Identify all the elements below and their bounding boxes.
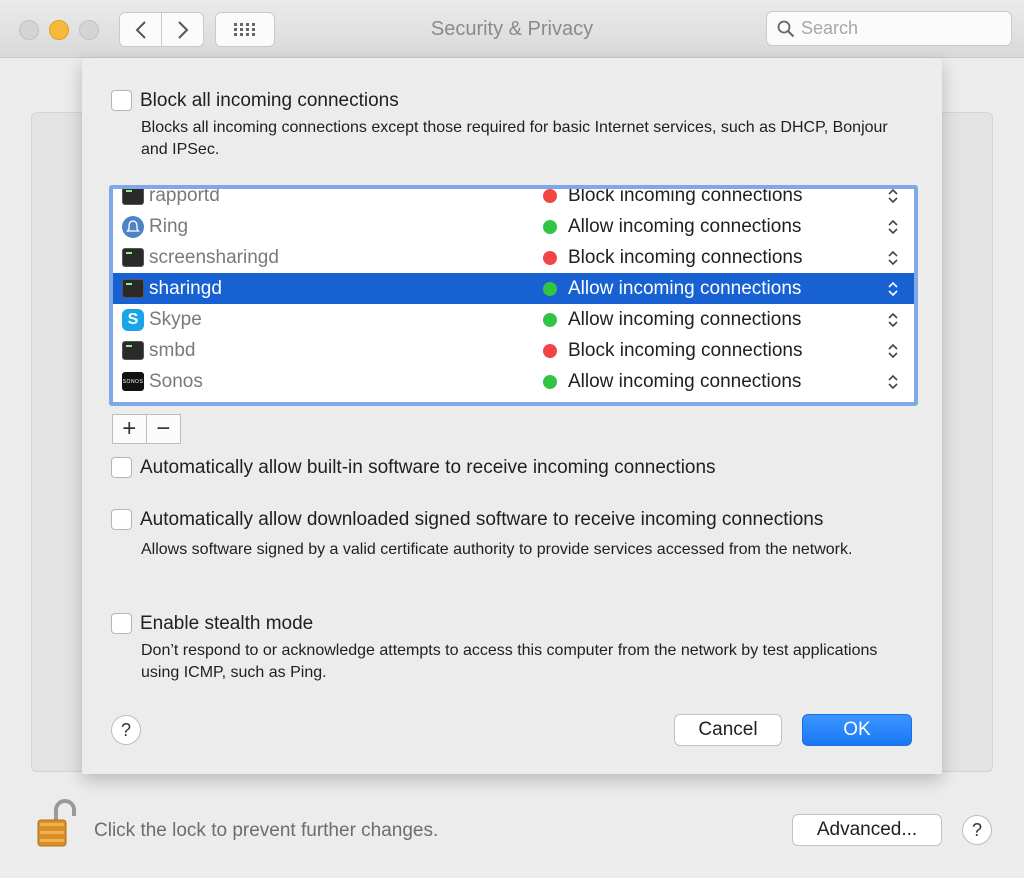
search-icon — [777, 20, 795, 37]
pane-help-button[interactable]: ? — [962, 815, 992, 845]
app-name: smbd — [149, 339, 196, 361]
up-down-chevron-icon[interactable] — [887, 280, 899, 298]
skype-icon: S — [122, 308, 144, 331]
terminal-icon — [122, 248, 144, 267]
add-app-button[interactable]: + — [113, 415, 147, 443]
app-row[interactable]: sharingd Allow incoming connections — [113, 273, 914, 304]
auto-signed-description: Allows software signed by a valid certif… — [141, 541, 853, 558]
block-all-checkbox[interactable] — [111, 90, 132, 111]
allow-status-dot — [543, 219, 557, 234]
zoom-window-button[interactable] — [79, 20, 99, 40]
sonos-icon: SONOS — [122, 372, 144, 391]
minimize-window-button[interactable] — [49, 20, 69, 40]
app-row[interactable]: Ring Allow incoming connections — [113, 211, 914, 242]
auto-builtin-checkbox[interactable] — [111, 457, 132, 478]
auto-signed-checkbox[interactable] — [111, 509, 132, 530]
app-name: Skype — [149, 308, 202, 330]
app-row[interactable]: rapportd Block incoming connections — [113, 185, 914, 211]
connection-status-select[interactable]: Allow incoming connections — [568, 278, 801, 300]
connection-status-select[interactable]: Block incoming connections — [568, 340, 802, 362]
block-all-description: Blocks all incoming connections except t… — [141, 119, 888, 158]
up-down-chevron-icon[interactable] — [887, 218, 899, 236]
advanced-button[interactable]: Advanced... — [792, 814, 942, 846]
allow-status-dot — [543, 281, 557, 296]
stealth-mode-description: Don’t respond to or acknowledge attempts… — [141, 642, 878, 681]
connection-status-select[interactable]: Block incoming connections — [568, 189, 802, 207]
connection-status-select[interactable]: Allow incoming connections — [568, 371, 801, 393]
up-down-chevron-icon[interactable] — [887, 342, 899, 360]
stealth-mode-label: Enable stealth mode — [140, 613, 314, 634]
chevron-right-icon — [177, 20, 188, 39]
allow-status-dot — [543, 374, 557, 389]
sheet-help-button[interactable]: ? — [111, 715, 141, 745]
auto-signed-label: Automatically allow downloaded signed so… — [140, 509, 824, 530]
stealth-mode-checkbox[interactable] — [111, 613, 132, 634]
connection-status-select[interactable]: Block incoming connections — [568, 247, 802, 269]
lock-icon[interactable] — [36, 796, 78, 850]
terminal-icon — [122, 279, 144, 298]
block-status-dot — [543, 189, 557, 203]
close-window-button[interactable] — [19, 20, 39, 40]
up-down-chevron-icon[interactable] — [887, 187, 899, 205]
terminal-icon — [122, 189, 144, 205]
remove-app-button[interactable]: − — [147, 415, 181, 443]
connection-status-select[interactable]: Allow incoming connections — [568, 309, 801, 331]
app-row[interactable]: S Skype Allow incoming connections — [113, 304, 914, 335]
app-list[interactable]: rapportd Block incoming connections Ring Al… — [109, 185, 918, 406]
connection-status-select[interactable]: Allow incoming connections — [568, 216, 801, 238]
chevron-left-icon — [135, 20, 146, 39]
lock-status-text: Click the lock to prevent further change… — [94, 820, 439, 841]
up-down-chevron-icon[interactable] — [887, 311, 899, 329]
app-row[interactable]: SONOS Sonos Allow incoming connections — [113, 366, 914, 397]
terminal-icon — [122, 341, 144, 360]
app-row[interactable]: smbd Block incoming connections — [113, 335, 914, 366]
allow-status-dot — [543, 312, 557, 327]
firewall-options-sheet: Block all incoming connections Blocks al… — [82, 58, 942, 774]
app-name: screensharingd — [149, 246, 279, 268]
search-field[interactable] — [766, 11, 1012, 46]
app-row[interactable]: screensharingd Block incoming connections — [113, 242, 914, 273]
ring-bell-icon — [122, 215, 144, 238]
add-remove-buttons: + − — [112, 414, 181, 444]
up-down-chevron-icon[interactable] — [887, 373, 899, 391]
app-name: rapportd — [149, 185, 220, 206]
back-button[interactable] — [119, 12, 162, 47]
show-all-button[interactable] — [215, 12, 275, 47]
cancel-button[interactable]: Cancel — [674, 714, 782, 746]
auto-builtin-label: Automatically allow built-in software to… — [140, 457, 716, 478]
block-status-dot — [543, 343, 557, 358]
search-input[interactable] — [801, 18, 991, 39]
app-name: sharingd — [149, 277, 222, 299]
grid-icon — [234, 22, 255, 36]
up-down-chevron-icon[interactable] — [887, 249, 899, 267]
block-all-label: Block all incoming connections — [140, 90, 399, 111]
block-status-dot — [543, 250, 557, 265]
forward-button[interactable] — [161, 12, 204, 47]
title-bar: Security & Privacy — [0, 0, 1024, 58]
app-name: Sonos — [149, 370, 203, 392]
app-name: Ring — [149, 215, 189, 237]
ok-button[interactable]: OK — [802, 714, 912, 746]
